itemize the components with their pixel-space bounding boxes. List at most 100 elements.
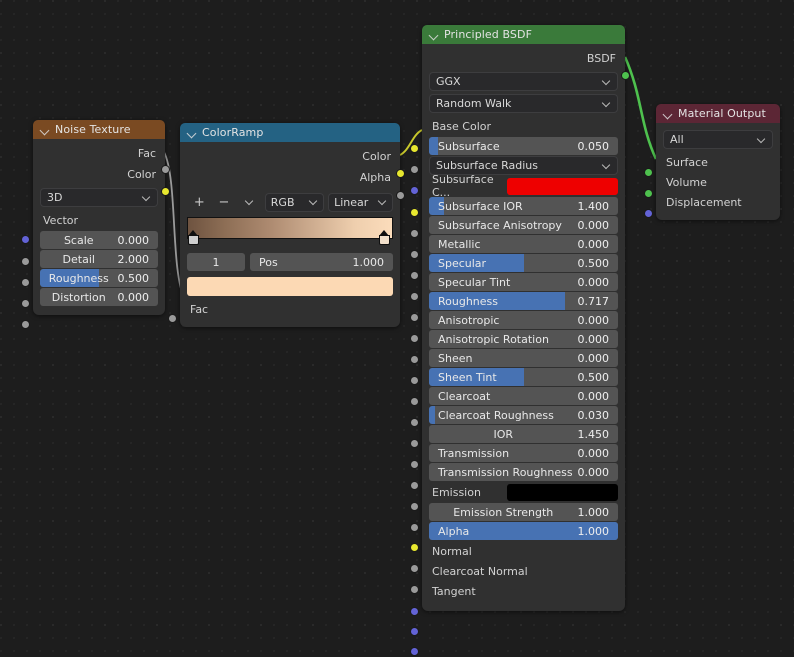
bsdf-clearcoat-slider[interactable]: Clearcoat 0.000 [429,387,618,405]
colorramp-interpolation-dropdown[interactable]: Linear [328,192,394,212]
noise-scale-slider[interactable]: Scale 0.000 [40,231,158,249]
noise-detail-slider[interactable]: Detail 2.000 [40,250,158,268]
socket-bsdf-tangent-input[interactable] [410,647,419,656]
socket-bsdf-alpha-input[interactable] [410,585,419,594]
bsdf-clearcoat-roughness-slider[interactable]: Clearcoat Roughness 0.030 [429,406,618,424]
socket-bsdf-transmission-input[interactable] [410,502,419,511]
material-output-header[interactable]: Material Output [656,104,780,123]
socket-bsdf-transmission-roughness-input[interactable] [410,523,419,532]
colorramp-add-stop-button[interactable]: + [187,193,212,212]
socket-bsdf-clearcoat-normal-input[interactable] [410,627,419,636]
colorramp-stop-right[interactable] [379,230,390,245]
chevron-down-icon[interactable] [187,128,197,138]
colorramp-pos-field[interactable]: Pos 1.000 [250,253,393,271]
bsdf-anisotropic-rotation-slider[interactable]: Anisotropic Rotation 0.000 [429,330,618,348]
socket-bsdf-anisotropic-rotation-input[interactable] [410,376,419,385]
bsdf-transmission-roughness-value: 0.000 [577,465,610,479]
noise-distortion-slider[interactable]: Distortion 0.000 [40,288,158,306]
socket-colorramp-color-output[interactable] [396,169,405,178]
noise-texture-header[interactable]: Noise Texture [33,120,165,139]
bsdf-anisotropic-slider[interactable]: Anisotropic 0.000 [429,311,618,329]
colorramp-stop-left[interactable] [188,230,199,245]
bsdf-anisotropic-value: 0.000 [577,313,610,327]
socket-bsdf-normal-input[interactable] [410,607,419,616]
bsdf-specular-slider[interactable]: Specular 0.500 [429,254,618,272]
bsdf-emission-swatch[interactable] [507,483,618,501]
bsdf-distribution-dropdown[interactable]: GGX [429,72,618,91]
colorramp-menu-button[interactable] [236,193,261,212]
noise-dimension-dropdown[interactable]: 3D [40,188,158,207]
socket-colorramp-alpha-output[interactable] [396,191,405,200]
socket-bsdf-subsurface-ior-input[interactable] [410,229,419,238]
socket-bsdf-sheen-tint-input[interactable] [410,418,419,427]
socket-noise-fac-output[interactable] [161,165,170,174]
colorramp-remove-stop-button[interactable]: − [212,193,237,212]
socket-noise-vector-input[interactable] [21,235,30,244]
bsdf-subsurface-radius-dropdown[interactable]: Subsurface Radius [429,156,618,175]
socket-bsdf-subsurface-anisotropy-input[interactable] [410,250,419,259]
socket-colorramp-fac-input[interactable] [168,314,177,323]
socket-bsdf-ior-input[interactable] [410,481,419,490]
noise-roughness-slider[interactable]: Roughness 0.500 [40,269,158,287]
socket-bsdf-anisotropic-input[interactable] [410,355,419,364]
chevron-down-icon[interactable] [40,125,50,135]
socket-noise-detail-input[interactable] [21,278,30,287]
socket-material-output-displacement-input[interactable] [644,209,653,218]
chevron-down-icon [603,162,611,170]
socket-noise-scale-input[interactable] [21,257,30,266]
principled-bsdf-header[interactable]: Principled BSDF [422,25,625,44]
bsdf-subsurface-anisotropy-slider[interactable]: Subsurface Anisotropy 0.000 [429,216,618,234]
socket-bsdf-subsurface-radius-input[interactable] [410,186,419,195]
colorramp-color-mode-dropdown[interactable]: RGB [264,192,325,212]
socket-material-output-surface-input[interactable] [644,168,653,177]
bsdf-subsurface-ior-slider[interactable]: Subsurface IOR 1.400 [429,197,618,215]
socket-bsdf-emission-strength-input[interactable] [410,564,419,573]
bsdf-clearcoat-roughness-value: 0.030 [577,408,610,422]
material-output-target-dropdown[interactable]: All [663,130,773,149]
material-output-target-value: All [670,133,684,146]
chevron-down-icon[interactable] [429,30,439,40]
colorramp-selected-color-swatch[interactable] [187,277,393,296]
noise-texture-title: Noise Texture [55,123,131,136]
bsdf-subsurface-slider[interactable]: Subsurface 0.050 [429,137,618,155]
bsdf-sheen-slider[interactable]: Sheen 0.000 [429,349,618,367]
bsdf-specular-tint-slider[interactable]: Specular Tint 0.000 [429,273,618,291]
bsdf-subsurface-color-swatch[interactable] [507,177,618,195]
bsdf-sheen-tint-slider[interactable]: Sheen Tint 0.500 [429,368,618,386]
socket-bsdf-output[interactable] [621,71,630,80]
colorramp-gradient-widget[interactable] [187,217,393,247]
socket-bsdf-sheen-input[interactable] [410,397,419,406]
socket-material-output-volume-input[interactable] [644,189,653,198]
bsdf-subsurface-method-dropdown[interactable]: Random Walk [429,94,618,113]
socket-bsdf-subsurface-color-input[interactable] [410,208,419,217]
socket-bsdf-specular-input[interactable] [410,292,419,301]
bsdf-transmission-roughness-slider[interactable]: Transmission Roughness 0.000 [429,463,618,481]
socket-bsdf-subsurface-input[interactable] [410,165,419,174]
node-noise-texture[interactable]: Noise Texture Fac Color 3D Vector Scale … [21,120,170,329]
node-color-ramp[interactable]: ColorRamp Color Alpha + − RGB Linear 1 P… [168,123,405,327]
bsdf-emission-strength-slider[interactable]: Emission Strength 1.000 [429,503,618,521]
colorramp-stop-index-field[interactable]: 1 [187,253,245,271]
colorramp-gradient-bar[interactable] [187,217,393,239]
socket-bsdf-roughness-input[interactable] [410,334,419,343]
node-principled-bsdf[interactable]: Principled BSDF BSDF GGX Random Walk Bas… [410,25,630,656]
bsdf-metallic-slider[interactable]: Metallic 0.000 [429,235,618,253]
socket-bsdf-clearcoat-input[interactable] [410,439,419,448]
chevron-down-icon[interactable] [663,109,673,119]
socket-noise-color-output[interactable] [161,187,170,196]
node-material-output[interactable]: Material Output All Surface Volume Displ… [644,104,780,220]
bsdf-transmission-slider[interactable]: Transmission 0.000 [429,444,618,462]
socket-bsdf-specular-tint-input[interactable] [410,313,419,322]
bsdf-alpha-slider[interactable]: Alpha 1.000 [429,522,618,540]
socket-noise-distortion-input[interactable] [21,320,30,329]
node-editor-canvas[interactable]: Noise Texture Fac Color 3D Vector Scale … [0,0,794,657]
socket-bsdf-metallic-input[interactable] [410,271,419,280]
bsdf-metallic-label: Metallic [438,237,481,251]
bsdf-roughness-slider[interactable]: Roughness 0.717 [429,292,618,310]
socket-bsdf-base-color-input[interactable] [410,144,419,153]
socket-bsdf-clearcoat-roughness-input[interactable] [410,460,419,469]
bsdf-ior-slider[interactable]: IOR 1.450 [429,425,618,443]
socket-bsdf-emission-input[interactable] [410,543,419,552]
color-ramp-header[interactable]: ColorRamp [180,123,400,142]
socket-noise-roughness-input[interactable] [21,299,30,308]
